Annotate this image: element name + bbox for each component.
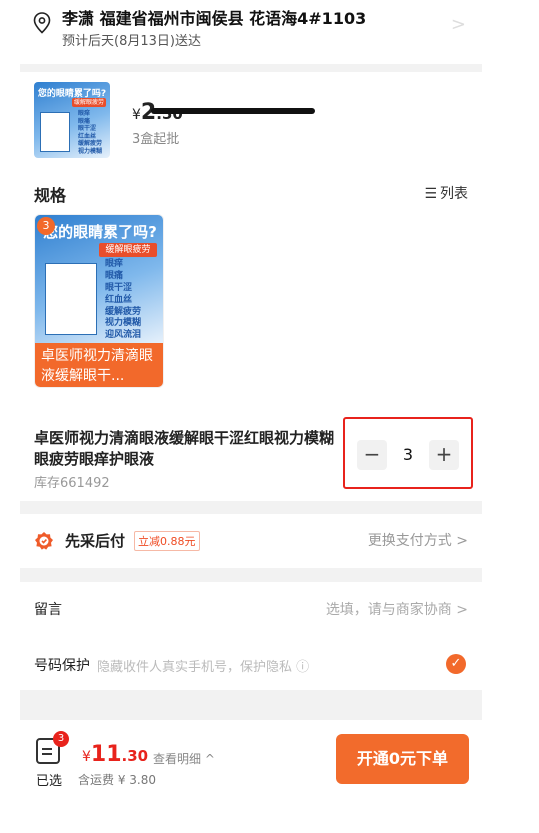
- quantity-stepper: − 3 +: [343, 417, 473, 489]
- number-protection-hint: 隐藏收件人真实手机号，保护隐私 ⓘ: [97, 660, 310, 675]
- minimum-order-quantity: 3盒起批: [132, 132, 180, 147]
- place-order-button[interactable]: 开通0元下单: [336, 734, 469, 784]
- spec-title: 规格: [34, 186, 67, 205]
- cart-count-badge: 3: [53, 731, 69, 747]
- recipient-address: 李潇 福建省福州市闽侯县 花语海4#1103: [62, 9, 367, 28]
- item-name: 卓医师视力清滴眼液缓解眼干涩红眼视力模糊眼疲劳眼痒护眼液: [34, 429, 335, 468]
- spec-image-badge: 缓解眼疲劳: [99, 243, 157, 257]
- change-payment-link[interactable]: 更换支付方式 >: [368, 530, 468, 550]
- product-summary: 您的眼睛累了吗? 缓解眼疲劳 眼痒 眼痛 眼干涩 红血丝 缓解疲劳 视力模糊 ¥…: [20, 72, 482, 172]
- product-thumbnail[interactable]: 您的眼睛累了吗? 缓解眼疲劳 眼痒 眼痛 眼干涩 红血丝 缓解疲劳 视力模糊: [34, 82, 110, 158]
- spec-option-caption: 卓医师视力清滴眼液缓解眼干...: [35, 343, 163, 387]
- stock-count: 库存661492: [34, 476, 110, 491]
- delivery-eta: 预计后天(8月13日)送达: [62, 34, 201, 49]
- spec-option-image: 您的眼睛累了吗? 缓解眼疲劳 眼痒 眼痛 眼干涩 红血丝 缓解疲劳 视力模糊 迎…: [35, 215, 163, 343]
- message-row[interactable]: 留言 选填，请与商家协商 >: [20, 582, 482, 634]
- address-row[interactable]: 李潇 福建省福州市闽侯县 花语海4#1103 预计后天(8月13日)送达 >: [20, 0, 482, 64]
- shipping-fee: 含运费 ¥ 3.80: [78, 773, 156, 787]
- thumb-benefits: 眼痒 眼痛 眼干涩 红血丝 缓解疲劳 视力模糊: [78, 110, 103, 155]
- spec-count-badge: 3: [37, 217, 55, 235]
- order-total: ¥11.30: [82, 742, 149, 767]
- number-protection-label: 号码保护: [34, 658, 90, 674]
- spec-option-card[interactable]: 3 您的眼睛累了吗? 缓解眼疲劳 眼痒 眼痛 眼干涩 红血丝 缓解疲劳 视力模糊…: [34, 214, 164, 388]
- payment-label: 先采后付: [65, 532, 126, 550]
- section-divider: [20, 690, 482, 720]
- chevron-right-icon: >: [450, 14, 466, 35]
- product-box-image: [40, 112, 70, 152]
- section-divider: [20, 568, 482, 582]
- section-divider: [20, 64, 482, 72]
- list-view-toggle[interactable]: ☰ 列表: [424, 183, 468, 203]
- decrease-quantity-button[interactable]: −: [357, 440, 387, 470]
- order-confirm-sheet: 李潇 福建省福州市闽侯县 花语海4#1103 预计后天(8月13日)送达 > 您…: [20, 0, 482, 833]
- checkout-bar: 3 已选 ¥11.30 查看明细 ^ 含运费 ¥ 3.80 开通0元下单: [20, 720, 482, 833]
- discount-tag: 立减0.88元: [134, 531, 200, 551]
- thumb-badge: 缓解眼疲劳: [72, 98, 106, 107]
- checkmark-icon[interactable]: ✓: [446, 654, 466, 674]
- message-placeholder[interactable]: 选填，请与商家协商 >: [326, 599, 468, 619]
- view-details-link[interactable]: 查看明细 ^: [153, 750, 215, 767]
- spec-image-benefits: 眼痒 眼痛 眼干涩 红血丝 缓解疲劳 视力模糊 迎风流泪: [105, 259, 142, 341]
- pay-later-logo-icon: [35, 532, 53, 550]
- selected-label: 已选: [36, 774, 63, 789]
- location-pin-icon: [33, 12, 51, 34]
- message-label: 留言: [34, 602, 62, 618]
- increase-quantity-button[interactable]: +: [429, 440, 459, 470]
- payment-method-row[interactable]: 先采后付 立减0.88元 更换支付方式 >: [20, 514, 482, 568]
- home-indicator[interactable]: [151, 108, 315, 114]
- list-icon: ☰: [424, 186, 437, 202]
- quantity-value[interactable]: 3: [393, 445, 423, 464]
- section-divider: [20, 501, 482, 514]
- spec-image-box: [45, 263, 97, 335]
- number-protection-row: 号码保护 隐藏收件人真实手机号，保护隐私 ⓘ ✓: [20, 640, 482, 686]
